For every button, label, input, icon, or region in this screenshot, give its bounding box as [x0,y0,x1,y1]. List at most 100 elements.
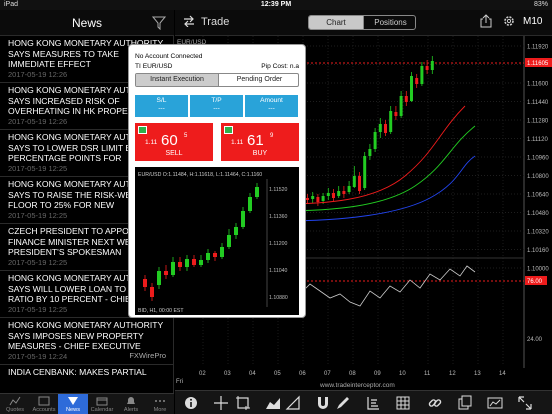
time-tick-label: 05 [274,371,281,377]
tp-value: --- [213,105,220,112]
trade-label: Trade [201,16,230,28]
trade-popup: No Account Connected TI EUR/USD Pip Cost… [128,44,306,318]
mini-candle-body [157,271,161,285]
tab-news[interactable]: News [58,394,88,414]
status-bar: iPad 12:39 PM 83% [0,0,552,10]
mini-price-label: 1.11040 [269,268,287,274]
symbol-label: TI EUR/USD [135,63,173,70]
area-chart-icon[interactable] [265,395,281,411]
price-tick-label: 1.10480 [527,211,549,217]
oscillator-lower-label: 24.00 [527,337,543,343]
mini-price-label: 1.11520 [269,187,287,193]
mini-candle-body [227,235,231,247]
tab-accounts[interactable]: Accounts [29,394,59,414]
candle-body [321,196,325,201]
take-profit-field[interactable]: T/P --- [190,95,243,117]
accounts-icon [38,396,50,406]
oscillator-upper-label: 76.00 [527,279,543,285]
chart-toolbar [175,390,552,414]
mini-candle-body [164,271,168,275]
pip-cost: Pip Cost: n.a [261,63,299,70]
mini-chart-title: EUR/USD O:1.11484, H:1.11618, L:1.11464,… [138,172,262,178]
candle-body [363,156,367,188]
filter-icon[interactable] [152,16,166,30]
chart-settings-icon[interactable] [487,395,503,411]
buy-price-fraction: 9 [270,133,274,139]
amount-value: --- [268,105,275,112]
battery-indicator: 83% [533,1,548,8]
expand-icon[interactable] [517,395,533,411]
current-price-label: 1.11605 [527,61,549,67]
buy-price-prefix: 1.11 [231,139,244,146]
tab-pending-order[interactable]: Pending Order [218,74,298,86]
tab-alerts[interactable]: Alerts [116,394,146,414]
more-icon [155,400,165,402]
tab-quotes[interactable]: Quotes [0,394,30,414]
chart-header: Trade Chart Positions M10 [175,10,552,36]
sl-label: S/L [156,97,167,104]
candle-body [389,111,393,132]
time-tick-label: 07 [324,371,331,377]
buy-button[interactable]: 1.11 61 9 BUY [221,123,299,161]
candle-body [326,193,330,196]
timeframe-selector[interactable]: M10 [523,16,542,27]
tab-chart[interactable]: Chart [309,16,363,29]
stop-loss-field[interactable]: S/L --- [135,95,188,117]
amount-label: Amount [260,97,283,104]
share-icon[interactable] [480,14,492,28]
price-tick-label: 1.11280 [527,119,549,125]
clock: 12:39 PM [260,1,292,8]
news-item[interactable]: INDIA CENBANK: MAKES PARTIAL [0,365,174,393]
tab-calendar[interactable]: Calendar [87,394,117,414]
mini-candle-body [185,259,189,267]
sell-price-fraction: 5 [184,133,188,139]
candle-body [311,196,315,199]
sell-label: SELL [165,150,183,157]
candle-body [316,197,320,202]
tab-more[interactable]: More [145,394,175,414]
tab-instant-execution[interactable]: Instant Execution [136,74,218,86]
drawing-tool-icon[interactable] [285,395,301,411]
time-tick-label: 10 [399,371,406,377]
amount-field[interactable]: Amount --- [245,95,298,117]
order-type-toggle: Instant Execution Pending Order [135,73,299,87]
sell-price-prefix: 1.11 [145,139,158,146]
time-tick-label: 04 [249,371,256,377]
magnet-icon[interactable] [315,395,331,411]
templates-icon[interactable] [457,395,473,411]
ma-red-line [279,105,466,205]
zoom-box-icon[interactable] [235,395,251,411]
mini-price-label: 1.11200 [269,241,287,247]
mini-candle-body [171,262,175,275]
quotes-icon [9,396,21,406]
indicators-icon[interactable] [365,395,381,411]
sell-button[interactable]: 1.11 60 5 SELL [135,123,213,161]
link-icon[interactable] [427,395,443,411]
time-tick-label: 08 [349,371,356,377]
price-tick-label: 1.11600 [527,82,549,88]
trade-button[interactable]: Trade [183,15,229,31]
candle-body [347,186,351,192]
alerts-icon [127,397,135,404]
mini-candle-body [241,211,245,227]
pen-icon[interactable] [335,395,351,411]
tab-label: Calendar [90,407,114,413]
news-headline: INDIA CENBANK: MAKES PARTIAL [8,367,147,377]
gear-icon[interactable] [503,15,515,27]
time-tick-label: 13 [474,371,481,377]
mini-chart-canvas[interactable]: EUR/USD O:1.11484, H:1.11618, L:1.11464,… [135,167,299,315]
candle-body [368,149,372,156]
mini-candle-body [143,279,147,287]
news-item[interactable]: HONG KONG MONETARY AUTHORITY SAYS IMPOSE… [0,318,174,365]
sell-price-pips: 60 [161,132,178,149]
grid-icon[interactable] [395,395,411,411]
sell-checkbox-icon[interactable] [138,126,147,134]
buy-checkbox-icon[interactable] [224,126,233,134]
tab-positions[interactable]: Positions [363,16,415,29]
crosshair-icon[interactable] [213,395,229,411]
info-icon[interactable] [183,395,199,411]
mini-price-label: 1.10880 [269,295,288,301]
mini-chart[interactable]: EUR/USD O:1.11484, H:1.11618, L:1.11464,… [135,167,299,315]
candle-body [430,61,434,70]
time-tick-label: 12 [449,371,456,377]
